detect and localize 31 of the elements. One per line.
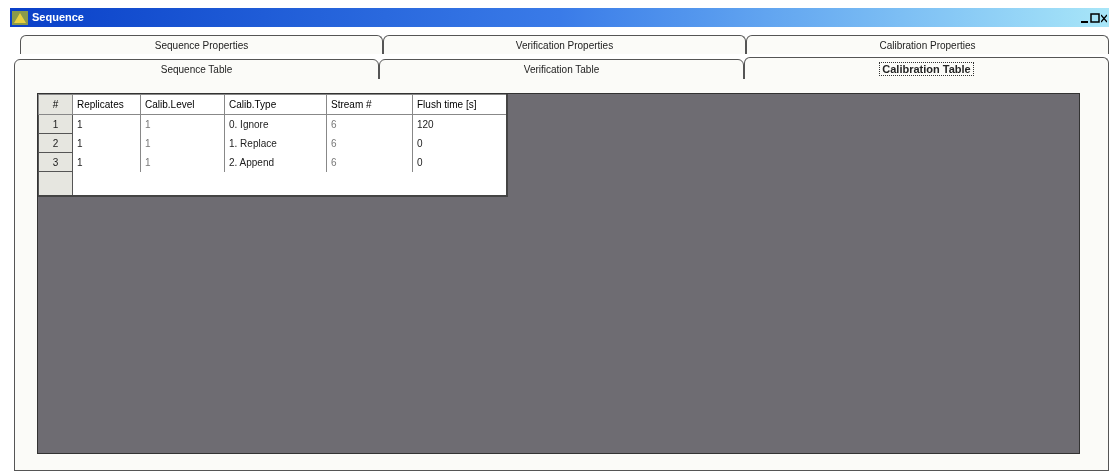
table-cell: 1 bbox=[140, 152, 225, 172]
tab[interactable]: Calibration Table bbox=[744, 57, 1109, 80]
column-header: # bbox=[38, 94, 73, 115]
table-cell: 120 bbox=[412, 114, 507, 134]
table-cell: 6 bbox=[326, 152, 413, 172]
table-cell: 1 bbox=[72, 114, 141, 134]
column-header: Calib.Type bbox=[224, 94, 327, 115]
table-cell: 1 bbox=[140, 114, 225, 134]
table-cell: 2. Append bbox=[224, 152, 327, 172]
tab[interactable]: Sequence Properties bbox=[20, 35, 383, 54]
table-cell: 6 bbox=[326, 114, 413, 134]
column-header: Stream # bbox=[326, 94, 413, 115]
table-cell: 0 bbox=[412, 152, 507, 172]
table-cell: 6 bbox=[326, 133, 413, 153]
table-cell: 0. Ignore bbox=[224, 114, 327, 134]
column-header: Flush time [s] bbox=[412, 94, 507, 115]
column-header: Replicates bbox=[72, 94, 141, 115]
close-icon[interactable] bbox=[1101, 12, 1107, 23]
tab[interactable]: Verification Properties bbox=[383, 35, 746, 54]
table-cell: 1 bbox=[140, 133, 225, 153]
tab[interactable]: Verification Table bbox=[379, 59, 744, 80]
window-title: Sequence bbox=[32, 10, 84, 26]
tab[interactable]: Sequence Table bbox=[14, 59, 379, 80]
table-cell: 0 bbox=[412, 133, 507, 153]
table-cell: 1. Replace bbox=[224, 133, 327, 153]
tab[interactable]: Calibration Properties bbox=[746, 35, 1109, 54]
table-cell: 1 bbox=[72, 152, 141, 172]
maximize-icon[interactable] bbox=[1090, 12, 1100, 23]
table-cell: 1 bbox=[72, 133, 141, 153]
column-header: Calib.Level bbox=[140, 94, 225, 115]
app-icon bbox=[12, 10, 28, 25]
